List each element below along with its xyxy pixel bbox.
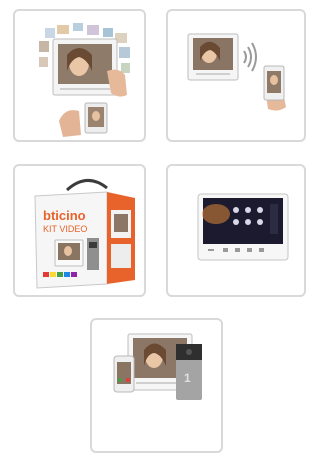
product-tile-1[interactable] xyxy=(13,9,146,142)
product-tile-2[interactable] xyxy=(166,9,306,142)
monitor-phone-door-panel-icon: 1 xyxy=(113,333,202,400)
smart-home-monitor-icon xyxy=(197,193,289,261)
svg-text:1: 1 xyxy=(184,371,191,385)
video-kit-box-icon: bticino KIT VIDEO xyxy=(34,179,135,289)
monitor-wifi-phone-icon xyxy=(187,33,286,111)
product-tile-5[interactable]: 1 xyxy=(90,318,223,453)
monitor-and-phone-collage-icon xyxy=(39,23,130,137)
product-tile-3[interactable]: bticino KIT VIDEO xyxy=(13,164,146,297)
box-brand: bticino xyxy=(43,208,86,223)
box-label: KIT VIDEO xyxy=(43,224,87,234)
product-tile-4[interactable] xyxy=(166,164,306,297)
